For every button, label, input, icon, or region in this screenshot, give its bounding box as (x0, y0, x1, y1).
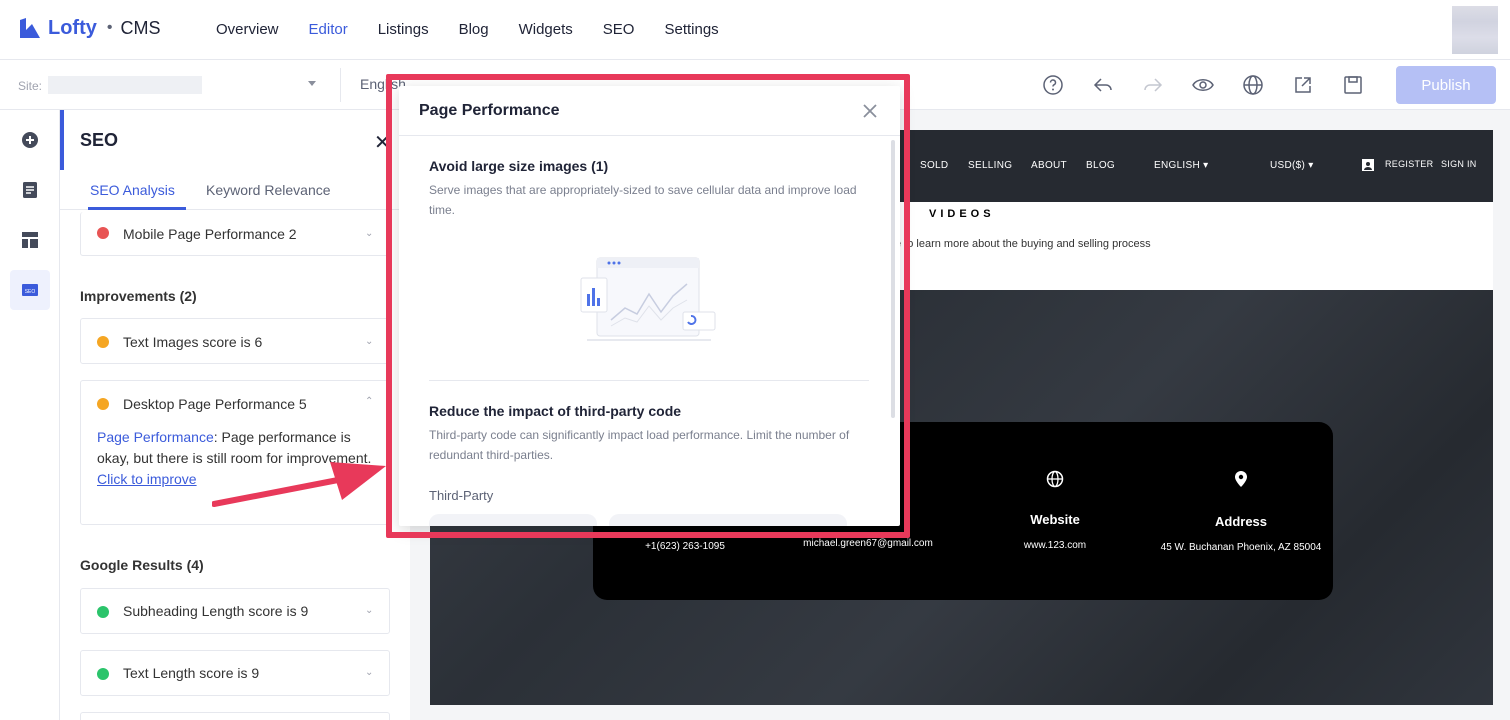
page-performance-link[interactable]: Page Performance (97, 429, 214, 445)
publish-button[interactable]: Publish (1396, 66, 1496, 104)
preview-eye-icon[interactable] (1190, 72, 1216, 98)
nav-editor[interactable]: Editor (309, 0, 348, 60)
contact-email[interactable]: michael.green67@gmail.com (783, 538, 953, 549)
nav-overview[interactable]: Overview (216, 0, 279, 60)
panel-accent (60, 110, 64, 170)
preview-section-subtitle: e to learn more about the buying and sel… (895, 238, 1151, 250)
success-status-icon (97, 668, 109, 680)
tab-seo-analysis[interactable]: SEO Analysis (90, 182, 175, 198)
preview-language[interactable]: ENGLISH ▾ (1154, 160, 1208, 171)
list-item[interactable]: Mobile Page Performance 2 ⌄ (80, 212, 390, 256)
site-select[interactable] (48, 76, 202, 94)
toolbar-actions (1040, 72, 1390, 98)
list-item[interactable]: Subheading Length score is 9 ⌄ (80, 588, 390, 634)
list-item[interactable]: Text Length score is 9 ⌄ (80, 650, 390, 696)
preview-nav-selling[interactable]: SELLING (968, 160, 1012, 171)
item-label: Text Images score is 6 (123, 334, 263, 350)
seo-icon[interactable]: SEO (10, 270, 50, 310)
avatar[interactable] (1452, 6, 1498, 54)
item-label: Desktop Page Performance 5 (123, 396, 307, 412)
contact-address: 45 W. Buchanan Phoenix, AZ 85004 (1160, 542, 1322, 553)
nav-blog[interactable]: Blog (459, 0, 489, 60)
google-results-heading: Google Results (4) (80, 557, 204, 573)
nav-seo[interactable]: SEO (603, 0, 635, 60)
add-icon[interactable] (10, 120, 50, 160)
layout-icon[interactable] (10, 220, 50, 260)
success-status-icon (97, 606, 109, 618)
chevron-down-icon[interactable] (308, 81, 316, 86)
undo-icon[interactable] (1090, 72, 1116, 98)
chevron-down-icon: ⌄ (365, 605, 374, 616)
contact-phone[interactable]: +1(623) 263-1095 (623, 541, 747, 552)
tab-underline (88, 207, 186, 210)
chevron-down-icon: ⌄ (365, 667, 374, 678)
error-status-icon (97, 227, 109, 239)
nav-listings[interactable]: Listings (378, 0, 429, 60)
lofty-logo-icon (20, 18, 40, 38)
left-rail: SEO (0, 110, 60, 720)
chevron-up-icon[interactable]: ⌃ (365, 396, 373, 407)
brand-name: Lofty (48, 16, 97, 39)
brand-separator: • (106, 19, 113, 36)
preview-register[interactable]: REGISTER (1385, 159, 1433, 169)
svg-text:SEO: SEO (25, 289, 36, 295)
logo[interactable]: Lofty • CMS (18, 16, 161, 40)
item-label: Mobile Page Performance 2 (123, 226, 297, 242)
click-to-improve-link[interactable]: Click to improve (97, 471, 197, 487)
preview-nav-sold[interactable]: SOLD (920, 160, 948, 171)
preview-nav-about[interactable]: ABOUT (1031, 160, 1067, 171)
preview-nav-blog[interactable]: BLOG (1086, 160, 1115, 171)
share-icon[interactable] (1290, 72, 1316, 98)
improvements-heading: Improvements (2) (80, 288, 197, 304)
preview-currency[interactable]: USD($) ▾ (1270, 160, 1314, 171)
tab-keyword-relevance[interactable]: Keyword Relevance (206, 182, 331, 198)
toolbar-divider (340, 68, 341, 102)
top-nav: Lofty • CMS Overview Editor Listings Blo… (0, 0, 1510, 60)
main-nav: Overview Editor Listings Blog Widgets SE… (216, 0, 749, 60)
preview-sign-in[interactable]: SIGN IN (1441, 159, 1477, 169)
product-name: CMS (120, 17, 161, 38)
seo-tabs: SEO Analysis Keyword Relevance (60, 170, 410, 210)
help-icon[interactable] (1040, 72, 1066, 98)
contact-title: Address (1214, 514, 1268, 529)
seo-panel: SEO ✕ SEO Analysis Keyword Relevance Mob… (60, 110, 410, 720)
item-label: Text Length score is 9 (123, 665, 260, 681)
list-item[interactable] (80, 712, 390, 720)
item-label: Subheading Length score is 9 (123, 603, 309, 619)
chevron-down-icon: ⌄ (365, 336, 374, 347)
highlight-box (386, 74, 910, 538)
chevron-down-icon: ⌄ (365, 228, 374, 239)
warning-status-icon (97, 336, 109, 348)
page-icon[interactable] (10, 170, 50, 210)
globe-icon[interactable] (1240, 72, 1266, 98)
preview-section-title: VIDEOS (929, 208, 995, 220)
annotation-arrow-icon (212, 462, 386, 507)
save-icon[interactable] (1340, 72, 1366, 98)
location-pin-icon (1235, 471, 1247, 487)
site-label: Site: (18, 79, 43, 93)
contact-title: Website (1030, 512, 1080, 527)
user-icon (1362, 159, 1374, 171)
warning-status-icon (97, 398, 109, 410)
nav-settings[interactable]: Settings (664, 0, 718, 60)
list-item[interactable]: Text Images score is 6 ⌄ (80, 318, 390, 364)
nav-widgets[interactable]: Widgets (519, 0, 573, 60)
panel-title: SEO (80, 130, 119, 150)
redo-icon[interactable] (1140, 72, 1166, 98)
contact-website[interactable]: www.123.com (993, 540, 1117, 551)
globe-icon (1046, 470, 1064, 488)
